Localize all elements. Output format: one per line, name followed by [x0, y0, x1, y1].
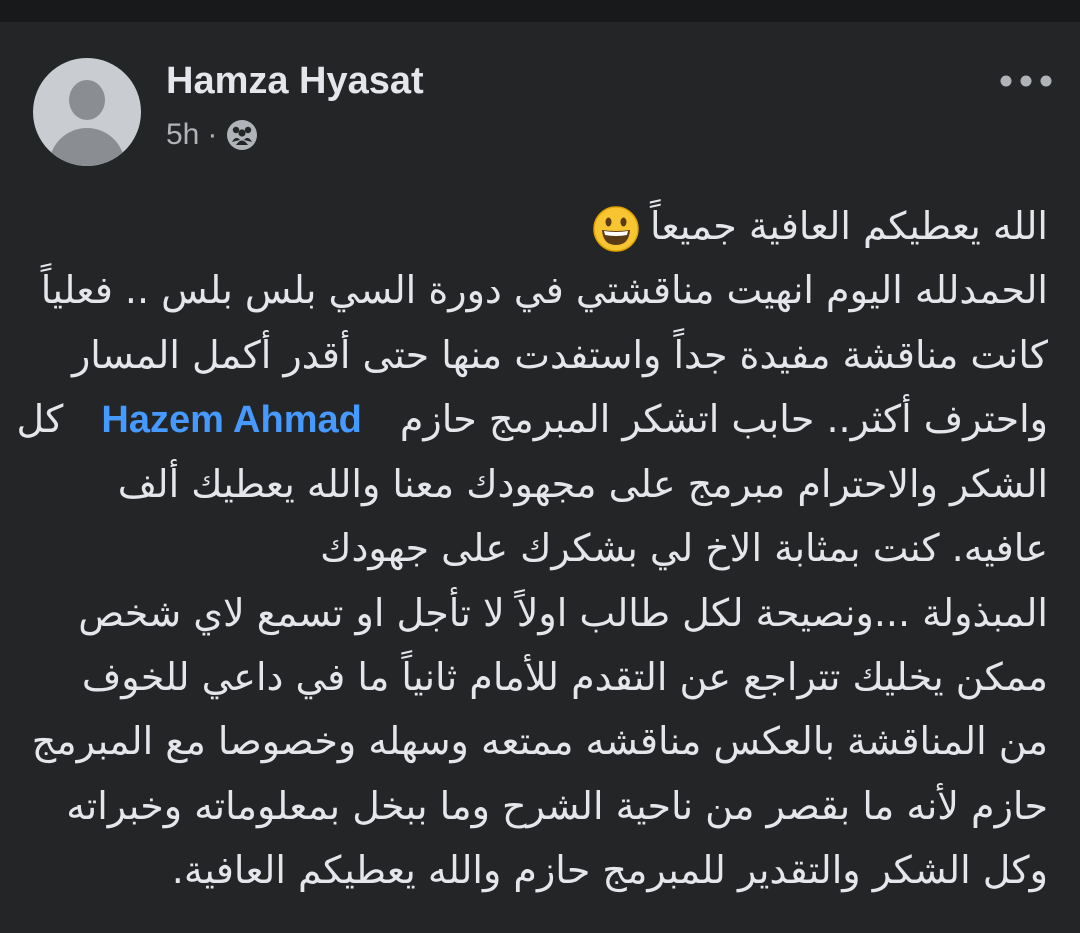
friends-icon[interactable] [225, 118, 259, 152]
post-line: وكل الشكر والتقدير للمبرمج حازم والله يع… [171, 847, 1048, 892]
post-line: من المناقشة بالعكس مناقشه ممتعه وسهله وخ… [31, 719, 1048, 764]
post-line: الله يعطيكم العافية جميعاً [30, 194, 1048, 258]
avatar-head [69, 80, 105, 120]
post-line: كانت مناقشة مفيدة جداً واستفدت منها حتى … [71, 332, 1048, 377]
post-timestamp[interactable]: 5h [166, 118, 199, 152]
post-line: الشكر والاحترام مبرمج على مجهودك معنا وا… [117, 462, 1048, 507]
post-line: الحمدلله اليوم انهيت مناقشتي في دورة الس… [40, 268, 1048, 313]
avatar-body [49, 128, 125, 166]
meta-separator: · [207, 118, 218, 151]
post-line-text: واحترف أكثر.. حابب اتشكر المبرمج حازم [399, 396, 1048, 441]
post-line-text: الله يعطيكم العافية جميعاً [649, 204, 1048, 248]
avatar[interactable] [33, 58, 141, 166]
more-horizontal-icon [1000, 75, 1052, 87]
post-meta: 5h · [166, 118, 259, 152]
more-options-button[interactable] [996, 66, 1056, 96]
post-line-mention: واحترف أكثر.. حابب اتشكر المبرمج حازم Ha… [17, 387, 1048, 452]
author-name[interactable]: Hamza Hyasat [166, 60, 424, 103]
top-bar [0, 0, 1080, 22]
post-line: حازم لأنه ما بقصر من ناحية الشرح وما ببخ… [66, 783, 1048, 828]
mention-link[interactable]: Hazem Ahmad [101, 399, 361, 441]
post-body: الله يعطيكم العافية جميعاً الحمدلله اليو… [17, 194, 1048, 902]
post-line-text: كل [16, 396, 64, 441]
post-line: المبذولة ...ونصيحة لكل طالب اولاً لا تأج… [78, 590, 1048, 635]
post-line: ممكن يخليك تتراجع عن التقدم للأمام ثانيا… [81, 655, 1048, 700]
post-card: Hamza Hyasat 5h · الله يعطيكم العافية جم… [0, 22, 1080, 933]
post-line: عافيه. كنت بمثابة الاخ لي بشكرك على جهود… [320, 526, 1048, 571]
grinning-face-emoji [592, 205, 640, 253]
